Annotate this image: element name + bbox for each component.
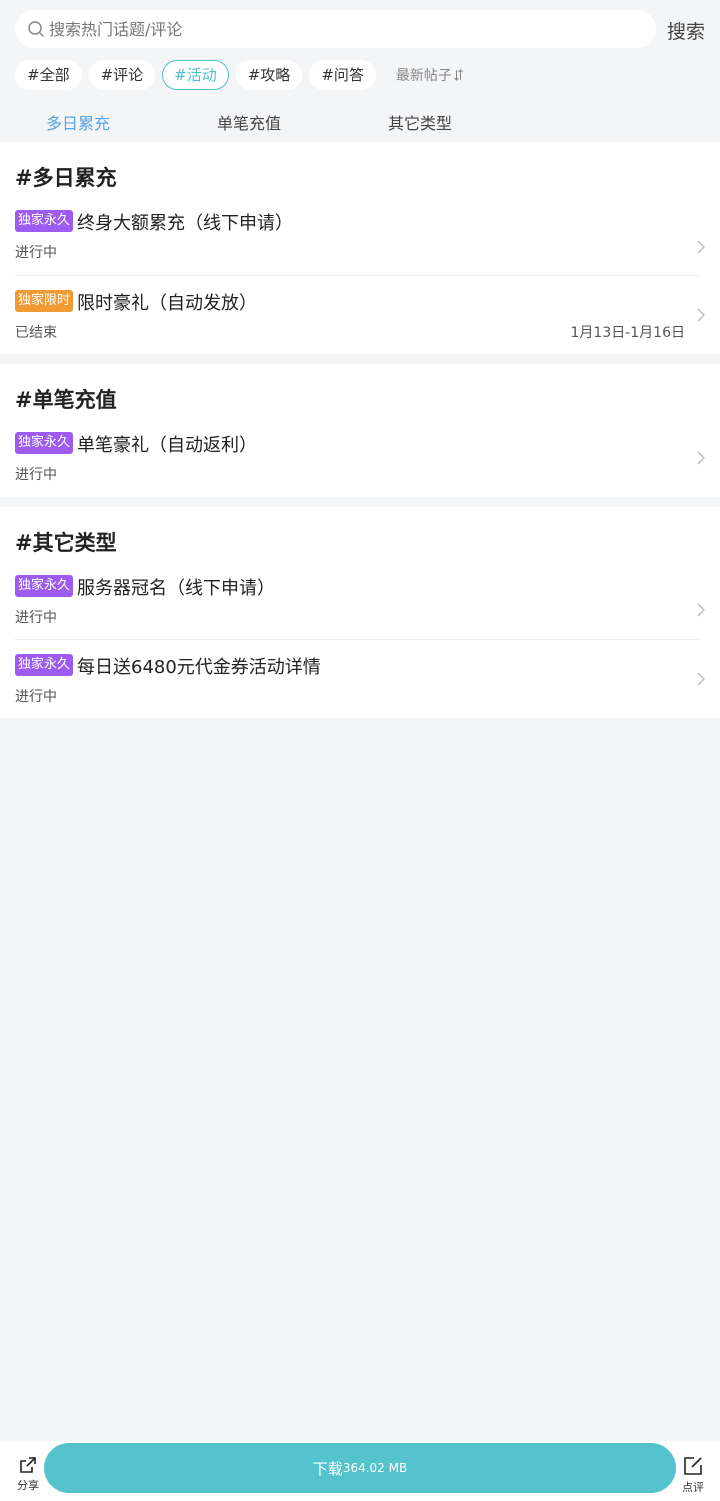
- chevron-right-icon: [697, 240, 705, 254]
- tab-multi-day-recharge[interactable]: 多日累充: [46, 110, 110, 134]
- category-tabs: 多日累充 单笔充值 其它类型: [0, 106, 720, 136]
- chip-events[interactable]: #活动: [162, 59, 229, 90]
- list-item[interactable]: 独家永久 每日送6480元代金券活动详情 进行中: [0, 643, 720, 718]
- badge-limited: 独家限时: [15, 290, 74, 312]
- share-label: 分享: [17, 1479, 39, 1492]
- review-button[interactable]: 点评: [680, 1455, 706, 1495]
- list-item[interactable]: 独家永久 单笔豪礼（自动返利） 进行中: [0, 422, 720, 497]
- section-title: #其它类型: [15, 531, 117, 555]
- share-icon: [20, 1457, 36, 1473]
- search-bar[interactable]: [15, 10, 656, 48]
- chevron-right-icon: [697, 451, 705, 465]
- download-button[interactable]: 下载 364.02 MB: [44, 1443, 676, 1493]
- download-size: 364.02 MB: [342, 1461, 408, 1475]
- item-title: 每日送6480元代金券活动详情: [77, 657, 321, 678]
- topic-chips: #全部 #评论 #活动 #攻略 #问答 最新帖子: [15, 59, 463, 90]
- item-title: 终身大额累充（线下申请）: [77, 213, 293, 234]
- divider: [15, 639, 701, 640]
- sort-button[interactable]: 最新帖子: [396, 65, 463, 85]
- item-status: 进行中: [15, 245, 57, 261]
- item-title: 服务器冠名（线下申请）: [77, 578, 275, 599]
- badge-permanent: 独家永久: [15, 654, 74, 676]
- tab-other-types[interactable]: 其它类型: [388, 110, 452, 134]
- item-status: 已结束: [15, 325, 57, 341]
- bottom-bar: 分享 下载 364.02 MB 点评: [0, 1441, 720, 1501]
- badge-permanent: 独家永久: [15, 432, 74, 454]
- list-item[interactable]: 独家永久 服务器冠名（线下申请） 进行中: [0, 565, 720, 639]
- section-multi-day-recharge: #多日累充 独家永久 终身大额累充（线下申请） 进行中 独家限时 限时豪礼（自动…: [0, 142, 720, 354]
- item-date: 1月13日-1月16日: [570, 325, 686, 341]
- item-title: 限时豪礼（自动发放）: [77, 293, 257, 314]
- badge-permanent: 独家永久: [15, 210, 74, 232]
- edit-icon: [684, 1457, 702, 1475]
- search-input[interactable]: [49, 19, 609, 39]
- divider: [15, 275, 701, 276]
- item-status: 进行中: [15, 467, 57, 483]
- list-item[interactable]: 独家永久 终身大额累充（线下申请） 进行中: [0, 200, 720, 276]
- review-label: 点评: [682, 1481, 704, 1494]
- section-title: #多日累充: [15, 166, 117, 190]
- chip-qa[interactable]: #问答: [309, 59, 376, 90]
- chevron-right-icon: [697, 308, 705, 322]
- item-status: 进行中: [15, 689, 57, 705]
- chip-comments[interactable]: #评论: [88, 59, 156, 90]
- chevron-right-icon: [697, 603, 705, 617]
- tab-single-recharge[interactable]: 单笔充值: [217, 110, 281, 134]
- sort-label: 最新帖子: [395, 67, 452, 84]
- item-status: 进行中: [15, 610, 57, 626]
- badge-permanent: 独家永久: [15, 575, 74, 597]
- section-single-recharge: #单笔充值 独家永久 单笔豪礼（自动返利） 进行中: [0, 364, 720, 497]
- section-other-types: #其它类型 独家永久 服务器冠名（线下申请） 进行中 独家永久 每日送6480元…: [0, 507, 720, 718]
- search-icon: [28, 21, 44, 37]
- sort-arrows-icon: [454, 68, 463, 81]
- share-button[interactable]: 分享: [15, 1455, 41, 1493]
- chip-guides[interactable]: #攻略: [235, 59, 303, 90]
- chevron-right-icon: [697, 672, 705, 686]
- item-title: 单笔豪礼（自动返利）: [77, 435, 257, 456]
- search-button[interactable]: 搜索: [667, 17, 705, 44]
- list-item[interactable]: 独家限时 限时豪礼（自动发放） 已结束 1月13日-1月16日: [0, 279, 720, 354]
- download-label: 下载: [312, 1459, 343, 1478]
- section-title: #单笔充值: [15, 388, 117, 412]
- chip-all[interactable]: #全部: [15, 59, 82, 90]
- header: 搜索 #全部 #评论 #活动 #攻略 #问答 最新帖子 多日累充 单笔充值 其它…: [0, 0, 720, 142]
